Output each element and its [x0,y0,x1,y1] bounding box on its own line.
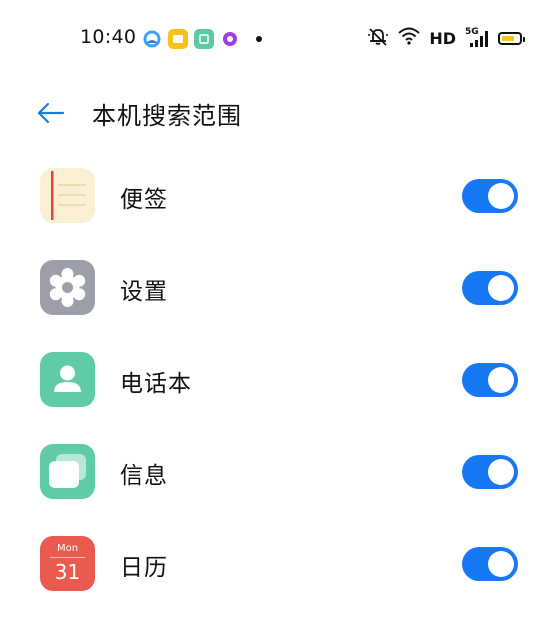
status-bar: 10:40 HD 5G [0,0,558,78]
calendar-icon: Mon 31 [40,536,95,591]
list-item-messages: 信息 [0,442,558,534]
page-header: 本机搜索范围 [0,88,558,138]
list-item-label: 电话本 [120,371,192,397]
contacts-toggle[interactable] [462,363,518,397]
list-item-calendar: Mon 31 日历 [0,534,558,626]
list-item-label: 便签 [120,187,168,213]
notes-toggle[interactable] [462,179,518,213]
toggle-knob [488,459,514,485]
notes-icon [40,168,95,223]
toggle-knob [488,551,514,577]
wifi-icon [398,27,420,49]
status-time: 10:40 [80,26,137,48]
hd-label: HD [429,28,456,48]
podcast-app-icon [220,29,240,49]
toggle-knob [488,183,514,209]
toggle-knob [488,275,514,301]
toggle-knob [488,367,514,393]
list-item-label: 日历 [120,555,168,581]
status-right: HD 5G [367,26,525,50]
calendar-app-icon [194,29,214,49]
list-item-contacts: 电话本 [0,350,558,442]
arrow-left-icon [37,102,65,124]
settings-toggle[interactable] [462,271,518,305]
list-item-label: 设置 [120,279,168,305]
more-notifications-dot [256,36,262,42]
calendar-divider [50,557,85,558]
list-item-settings: 设置 [0,258,558,350]
calendar-toggle[interactable] [462,547,518,581]
list-item-notes: 便签 [0,166,558,258]
notes-app-icon [168,29,188,49]
notification-icons [142,29,262,49]
messages-icon [40,444,95,499]
battery-level [502,35,514,41]
calendar-day: 31 [54,560,81,584]
page-title: 本机搜索范围 [92,102,242,130]
contacts-icon [40,352,95,407]
battery-icon [498,31,525,45]
list-item-label: 信息 [120,463,168,489]
cloud-app-icon [142,29,162,49]
messages-toggle[interactable] [462,455,518,489]
signal-5g-icon: 5G [465,27,489,48]
mute-bell-icon [367,26,389,50]
search-scope-list: 便签 设置 电话本 信息 Mon 31 日历 [0,166,558,626]
settings-gear-icon [40,260,95,315]
calendar-month: Mon [56,543,79,554]
back-button[interactable] [34,98,68,128]
